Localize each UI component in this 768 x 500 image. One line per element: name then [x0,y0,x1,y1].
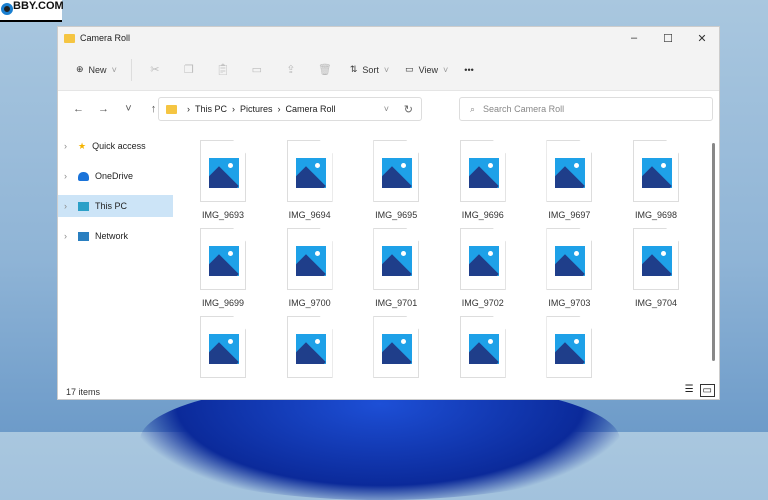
folder-icon [64,33,75,43]
recent-locations-button[interactable]: ˅ [116,103,141,115]
breadcrumb-pictures[interactable]: Pictures [240,104,273,114]
close-button[interactable]: ✕ [685,27,719,49]
image-file-icon [200,316,246,378]
image-file-icon [633,140,679,202]
image-file-icon [546,140,593,202]
image-file-icon [459,316,506,378]
folder-icon [166,104,177,114]
file-item[interactable]: IMG_9704 [621,228,691,308]
search-icon: ⌕ [470,103,476,114]
image-file-icon [373,228,420,290]
plus-circle-icon: ⊕ [76,64,84,74]
chevron-down-icon: ˅ [111,64,117,75]
rename-icon[interactable]: ▭ [242,63,272,76]
file-item[interactable]: IMG_9693 [188,140,258,220]
minimize-button[interactable]: – [617,27,651,49]
address-dropdown-icon[interactable]: ˅ [384,104,389,114]
image-file-icon [546,228,593,290]
file-name: IMG_9702 [461,298,504,308]
title-bar: Camera Roll – ☐ ✕ [58,27,719,49]
sidebar-item-quick-access[interactable]: › ★ Quick access [58,135,178,157]
file-item[interactable]: IMG_9694 [275,140,345,220]
file-name: IMG_9701 [375,298,418,308]
star-icon: ★ [78,140,87,151]
view-icon: ▭ [405,64,414,74]
image-file-icon [633,228,679,290]
file-name: IMG_9700 [288,298,331,308]
sort-button[interactable]: ⇅ Sort ˅ [344,58,395,82]
file-name: IMG_9703 [548,298,591,308]
image-file-icon [459,228,506,290]
file-item[interactable]: IMG_9699 [188,228,258,308]
chevron-down-icon: ˅ [383,64,390,75]
file-item[interactable]: IMG_9695 [361,140,431,220]
file-item[interactable]: IMG_9703 [534,228,604,308]
window-title: Camera Roll [80,33,131,43]
cloud-icon [78,171,89,181]
navigation-pane: › ★ Quick access › OneDrive › This PC › Netwo… [58,135,178,255]
vertical-scrollbar[interactable] [712,143,715,361]
details-view-button[interactable]: ☰ [685,384,694,397]
image-file-icon [200,228,246,290]
new-button[interactable]: ⊕ New ˅ [70,58,123,82]
image-file-icon [459,140,506,202]
file-item[interactable]: IMG_9700 [275,228,345,308]
delete-icon[interactable]: 🗑︎ [310,63,340,76]
file-name: IMG_9693 [201,210,245,220]
file-item[interactable]: IMG_9697 [534,140,604,220]
watermark-logo: BBY.COM [0,0,64,22]
breadcrumb-this-pc[interactable]: This PC [195,104,227,114]
file-item[interactable] [275,316,345,386]
more-options-button[interactable]: ••• [458,58,479,82]
cut-icon[interactable]: ✂ [140,63,170,76]
file-item[interactable] [361,316,431,386]
file-item[interactable] [448,316,518,386]
file-item[interactable] [188,316,258,386]
large-icons-view-button[interactable]: ▭ [699,384,715,397]
file-name: IMG_9699 [201,298,245,308]
image-file-icon [373,316,420,378]
file-item[interactable]: IMG_9702 [448,228,518,308]
refresh-icon[interactable]: ↻ [404,103,413,116]
sidebar-item-this-pc[interactable]: › This PC [58,195,173,217]
search-input[interactable]: ⌕ Search Camera Roll [459,97,713,121]
file-explorer-window: Camera Roll – ☐ ✕ ⊕ New ˅ ✂ ❐ 📋︎ ▭ ⇪ 🗑︎ ⇅ S… [57,26,720,400]
back-button[interactable]: ← [66,103,91,115]
breadcrumb-camera-roll[interactable]: Camera Roll [286,104,336,114]
paste-icon[interactable]: 📋︎ [208,63,238,76]
file-item[interactable]: IMG_9698 [621,140,691,220]
image-file-icon [286,140,333,202]
network-icon [78,231,89,241]
sort-icon: ⇅ [349,64,358,74]
item-count: 17 items [66,387,101,397]
command-bar: ⊕ New ˅ ✂ ❐ 📋︎ ▭ ⇪ 🗑︎ ⇅ Sort ˅ ▭ View ˅ ••• [58,49,719,91]
forward-button[interactable]: → [91,103,116,115]
file-item[interactable] [534,316,604,386]
image-file-icon [373,140,420,202]
image-file-icon [286,316,333,378]
image-file-icon [546,316,593,378]
share-icon[interactable]: ⇪ [276,63,306,76]
maximize-button[interactable]: ☐ [651,27,685,49]
image-file-icon [200,140,246,202]
chevron-down-icon: ˅ [443,64,449,75]
copy-icon[interactable]: ❐ [174,63,204,76]
sidebar-item-onedrive[interactable]: › OneDrive [58,165,178,187]
sidebar-item-network[interactable]: › Network [58,225,178,247]
file-name: IMG_9695 [375,210,418,220]
file-name: IMG_9698 [634,210,678,220]
address-bar[interactable]: › This PC › Pictures › Camera Roll ˅ ↻ [158,97,422,121]
file-name: IMG_9697 [548,210,591,220]
file-name: IMG_9704 [634,298,678,308]
view-button[interactable]: ▭ View ˅ [399,58,454,82]
computer-icon [78,201,89,211]
file-name: IMG_9696 [461,210,504,220]
file-item[interactable]: IMG_9696 [448,140,518,220]
file-name: IMG_9694 [288,210,331,220]
image-file-icon [286,228,333,290]
file-item[interactable]: IMG_9701 [361,228,431,308]
